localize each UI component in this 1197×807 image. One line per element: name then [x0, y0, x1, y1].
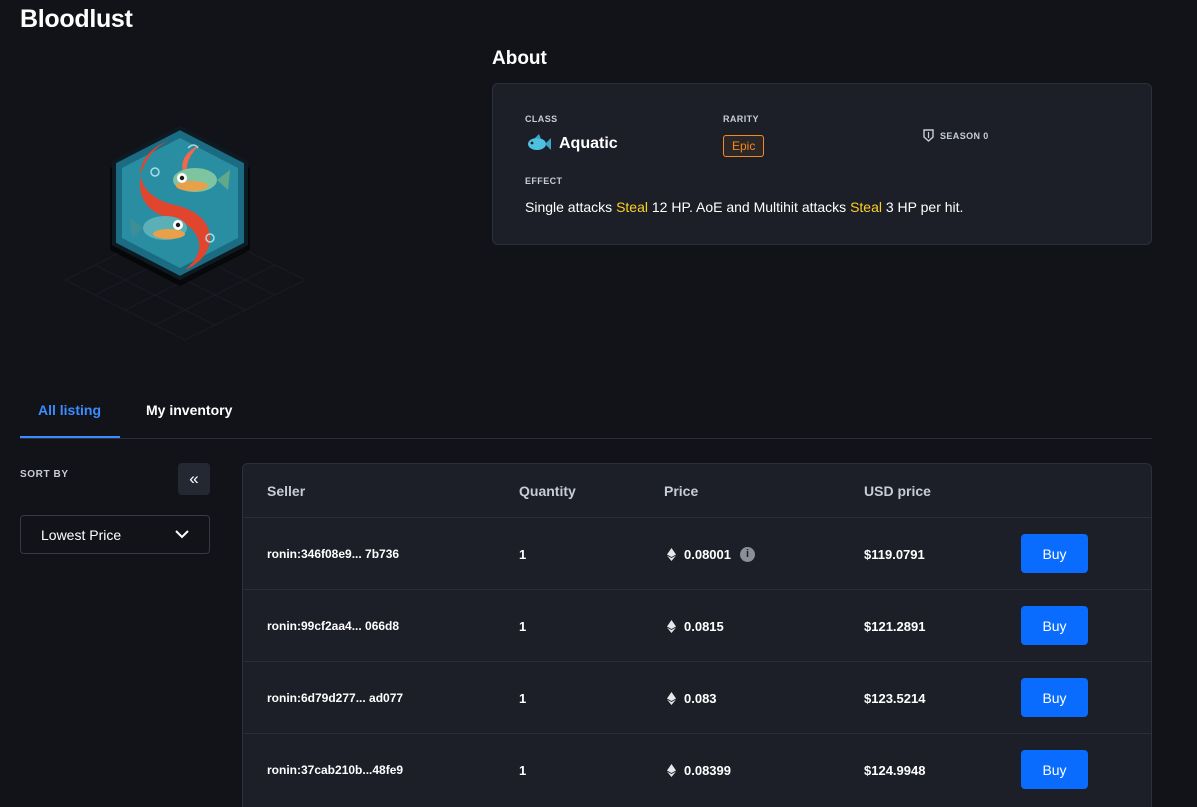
price-cell: 0.083 — [667, 662, 717, 734]
price-cell: 0.08399 — [667, 734, 731, 806]
buy-button[interactable]: Buy — [1021, 750, 1088, 789]
effect-description: Single attacks Steal 12 HP. AoE and Mult… — [525, 199, 963, 215]
ethereum-icon — [667, 547, 676, 561]
column-header-quantity: Quantity — [519, 483, 576, 499]
usd-price-value: $121.2891 — [864, 618, 926, 634]
sort-select[interactable]: Lowest Price — [20, 515, 210, 554]
seller-address: ronin:6d79d277... ad077 — [267, 691, 404, 705]
quantity-value: 1 — [519, 690, 527, 706]
ethereum-icon — [667, 619, 676, 633]
seller-address: ronin:99cf2aa4... 066d8 — [267, 619, 400, 633]
table-row: ronin:346f08e9... 7b736 1 0.08001 i $119… — [243, 517, 1151, 590]
info-icon[interactable]: i — [740, 546, 755, 562]
effect-keyword: Steal — [850, 199, 882, 215]
quantity-value: 1 — [519, 546, 527, 562]
sort-by-label: SORT BY — [20, 469, 69, 480]
column-header-seller: Seller — [267, 483, 306, 499]
ethereum-icon — [667, 763, 676, 777]
effect-text-part: 12 HP. AoE and Multihit attacks — [647, 199, 851, 215]
tab-my-inventory[interactable]: My inventory — [146, 395, 256, 438]
quantity-value: 1 — [519, 762, 527, 778]
listing-tabs: All listing My inventory — [20, 395, 1152, 439]
effect-label: EFFECT — [525, 176, 563, 186]
quantity-value: 1 — [519, 618, 527, 634]
price-cell: 0.0815 — [667, 590, 724, 662]
double-chevron-left-icon: « — [189, 469, 199, 488]
season-indicator: SEASON 0 — [923, 129, 989, 142]
buy-button[interactable]: Buy — [1021, 678, 1088, 717]
listing-table: Seller Quantity Price USD price ronin:34… — [242, 463, 1152, 807]
about-heading: About — [492, 48, 547, 69]
table-row: ronin:6d79d277... ad077 1 0.083 $123.521… — [243, 661, 1151, 734]
aquatic-fish-icon — [525, 134, 551, 154]
effect-keyword: Steal — [616, 199, 648, 215]
table-row: ronin:99cf2aa4... 066d8 1 0.0815 $121.28… — [243, 589, 1151, 662]
effect-text-part: Single attacks — [525, 199, 617, 215]
season-label: SEASON 0 — [940, 130, 989, 141]
price-value: 0.08399 — [684, 762, 731, 778]
buy-button[interactable]: Buy — [1021, 534, 1088, 573]
price-value: 0.08001 — [684, 546, 731, 562]
ethereum-icon — [667, 691, 676, 705]
table-row: ronin:37cab210b...48fe9 1 0.08399 $124.9… — [243, 733, 1151, 806]
buy-button[interactable]: Buy — [1021, 606, 1088, 645]
class-label: CLASS — [525, 114, 558, 124]
usd-price-value: $124.9948 — [864, 762, 926, 778]
class-value: Aquatic — [559, 135, 618, 152]
class-value-row: Aquatic — [525, 134, 618, 154]
page: Bloodlust About CLASS Aquatic RARITY Epi… — [0, 0, 1197, 807]
sort-select-value: Lowest Price — [41, 526, 122, 543]
collapse-sidebar-button[interactable]: « — [178, 463, 210, 495]
price-value: 0.083 — [684, 690, 717, 706]
seller-address: ronin:37cab210b...48fe9 — [267, 763, 404, 777]
usd-price-value: $123.5214 — [864, 690, 926, 706]
column-header-price: Price — [664, 483, 699, 499]
chevron-down-icon — [175, 530, 189, 539]
price-value: 0.0815 — [684, 618, 724, 634]
seller-address: ronin:346f08e9... 7b736 — [267, 547, 400, 561]
about-card: CLASS Aquatic RARITY Epic SEASON 0 EFFEC… — [492, 83, 1152, 245]
page-title: Bloodlust — [20, 5, 133, 33]
usd-price-value: $119.0791 — [864, 546, 925, 562]
price-cell: 0.08001 i — [667, 518, 755, 590]
tab-all-listing[interactable]: All listing — [20, 395, 120, 438]
rarity-badge: Epic — [723, 135, 765, 157]
effect-text-part: 3 HP per hit. — [881, 199, 964, 215]
shield-icon — [923, 129, 934, 142]
card-emblem-image — [60, 110, 310, 350]
column-header-usd-price: USD price — [864, 483, 931, 499]
rarity-label: RARITY — [723, 114, 759, 124]
